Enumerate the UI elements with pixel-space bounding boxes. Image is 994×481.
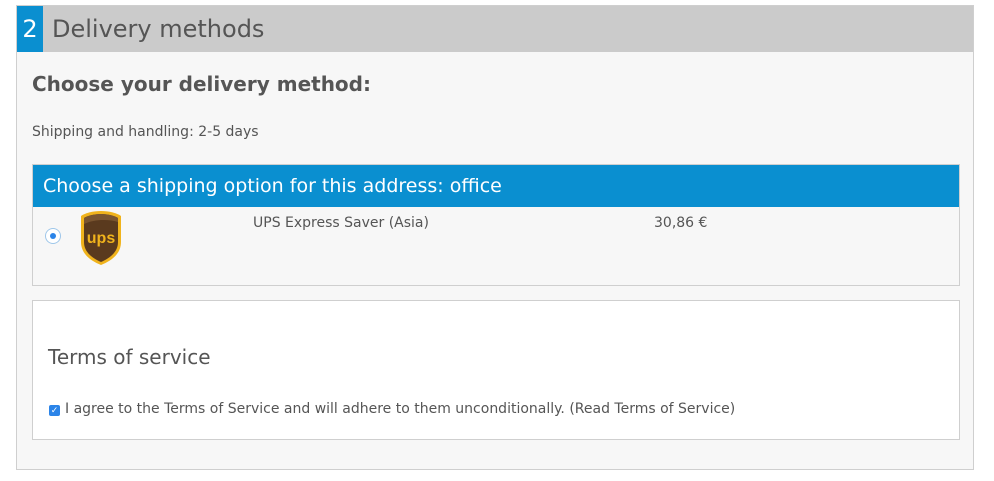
terms-title: Terms of service	[48, 345, 211, 369]
shipping-price: 30,86 €	[654, 215, 708, 231]
checkbox-checked-icon: ✓	[50, 405, 59, 416]
step-header: 2 Delivery methods	[17, 6, 973, 52]
terms-agree-row: ✓ I agree to the Terms of Service and wi…	[49, 401, 735, 417]
ups-logo-icon: ups	[81, 211, 121, 265]
terms-agree-label[interactable]: I agree to the Terms of Service and will…	[65, 401, 735, 417]
ups-logo-text: ups	[87, 230, 116, 247]
carrier-name: UPS Express Saver (Asia)	[253, 215, 429, 231]
shipping-option-radio[interactable]	[46, 229, 60, 243]
shipping-option-box: Choose a shipping option for this addres…	[32, 164, 960, 286]
delivery-methods-panel: 2 Delivery methods Choose your delivery …	[16, 5, 974, 470]
shipping-option-header: Choose a shipping option for this addres…	[33, 165, 959, 207]
handling-text: Shipping and handling: 2-5 days	[32, 124, 259, 140]
terms-agree-checkbox[interactable]: ✓	[49, 405, 60, 416]
terms-of-service-box: Terms of service ✓ I agree to the Terms …	[32, 300, 960, 440]
choose-delivery-title: Choose your delivery method:	[32, 72, 371, 96]
radio-selected-icon	[50, 233, 56, 239]
step-number: 2	[17, 6, 43, 52]
step-title: Delivery methods	[52, 15, 265, 43]
